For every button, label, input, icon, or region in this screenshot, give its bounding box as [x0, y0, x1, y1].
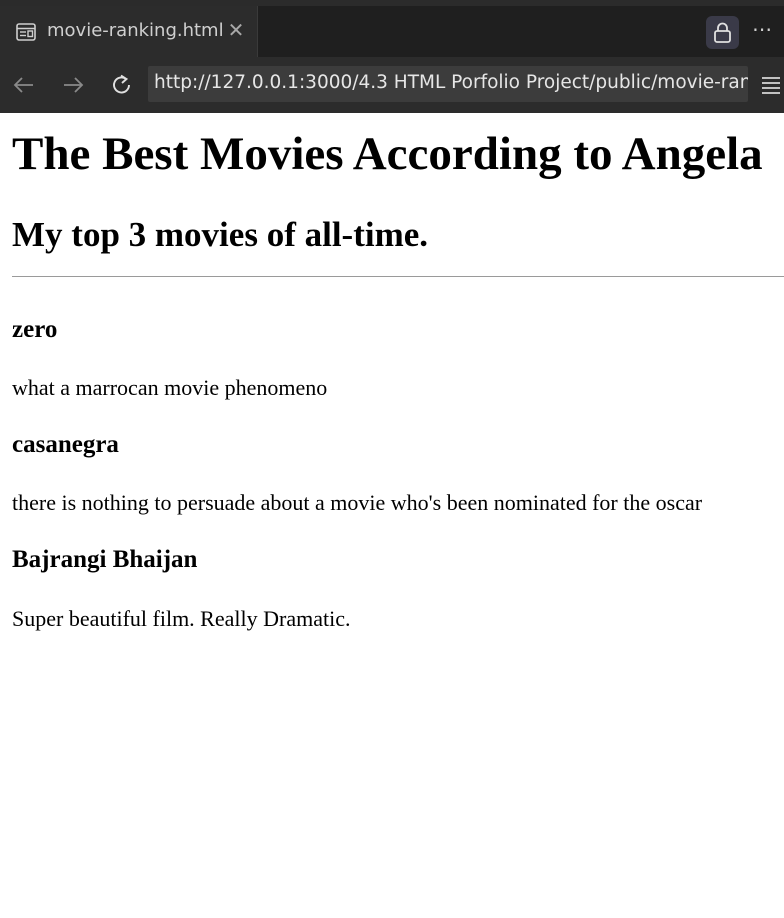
menu-icon[interactable] — [760, 74, 782, 96]
more-options-icon[interactable]: ⋯ — [748, 18, 776, 46]
navigation-bar: http://127.0.0.1:3000/4.3 HTML Porfolio … — [0, 57, 784, 113]
close-tab-icon[interactable]: ✕ — [226, 19, 246, 41]
page-heading: The Best Movies According to Angela — [12, 128, 763, 180]
address-bar[interactable]: http://127.0.0.1:3000/4.3 HTML Porfolio … — [148, 66, 748, 102]
movie-title: zero — [12, 316, 58, 343]
movie-title: Bajrangi Bhaijan — [12, 546, 198, 573]
movie-description: there is nothing to persuade about a mov… — [12, 490, 703, 515]
tab-title: movie-ranking.html — [47, 20, 224, 41]
page-icon — [16, 23, 36, 41]
active-tab[interactable]: movie-ranking.html ✕ — [0, 6, 258, 57]
divider — [12, 276, 784, 277]
movie-description: what a marrocan movie phenomeno — [12, 375, 328, 400]
lock-icon[interactable] — [706, 16, 739, 49]
page-subheading: My top 3 movies of all-time. — [12, 215, 429, 254]
movie-title: casanegra — [12, 431, 119, 458]
back-arrow-icon[interactable] — [8, 69, 40, 101]
movie-description: Super beautiful film. Really Dramatic. — [12, 606, 351, 631]
url-text: http://127.0.0.1:3000/4.3 HTML Porfolio … — [154, 72, 748, 93]
forward-arrow-icon[interactable] — [57, 69, 89, 101]
tab-strip: movie-ranking.html ✕ ⋯ — [0, 0, 784, 57]
reload-icon[interactable] — [106, 69, 138, 101]
